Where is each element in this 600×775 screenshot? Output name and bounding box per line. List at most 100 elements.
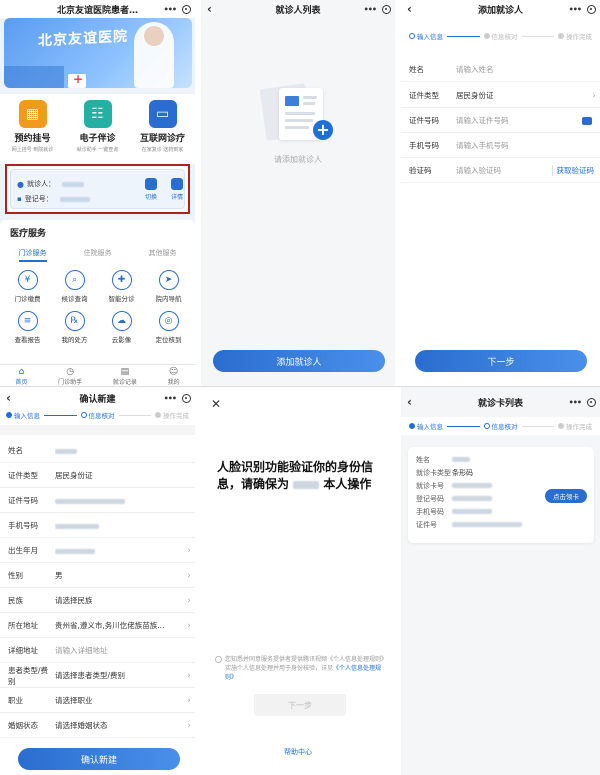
tab-other[interactable]: 其他服务 [149, 248, 177, 262]
back-icon[interactable]: ‹ [6, 391, 11, 405]
field-value [55, 496, 195, 505]
mini-program-capsule[interactable]: ••• [164, 3, 191, 15]
help-center-link[interactable]: 帮助中心 [201, 747, 395, 757]
mini-program-capsule[interactable]: ••• [569, 396, 596, 408]
section-gap [0, 425, 195, 435]
tab-inpatient[interactable]: 住院服务 [84, 248, 112, 262]
more-icon[interactable]: ••• [164, 394, 177, 403]
service-triage[interactable]: ✚ 智能分诊 [98, 270, 145, 303]
card-row-label: 就诊卡号 [416, 482, 444, 490]
id-number-field[interactable]: 证件号码 请输入证件号码 [401, 109, 600, 133]
document-line [303, 96, 317, 99]
tabbar-assistant[interactable]: ◷ 门诊助手 [58, 365, 82, 386]
tabbar-mine[interactable]: ☺ 我的 [168, 365, 180, 386]
consent-row[interactable]: 您知悉并同意服务提供者提供腾讯视频《个人信息处理规则》实施个人信息处理并用于身份… [215, 655, 387, 682]
consent-checkbox[interactable] [215, 656, 222, 663]
close-circle-icon[interactable] [587, 4, 596, 14]
gender-select[interactable]: 男 [55, 570, 183, 581]
ethnicity-select[interactable]: 请选择民族 [55, 595, 183, 606]
mini-program-capsule[interactable]: ••• [569, 3, 596, 15]
tab-outpatient[interactable]: 门诊服务 [18, 248, 47, 262]
progress-steps: 输入信息 信息核对 操作完成 [0, 407, 195, 423]
marital-select[interactable]: 请选择婚姻状态 [55, 720, 183, 731]
confirm-gender-row[interactable]: 性别 男 › [0, 564, 195, 588]
get-code-button[interactable]: 获取验证码 [551, 165, 600, 176]
more-icon[interactable]: ••• [364, 5, 377, 14]
confirm-detail-address-row[interactable]: 详细地址 请输入详细地址 [0, 639, 195, 663]
confirm-occupation-row[interactable]: 职业 请选择职业 › [0, 689, 195, 713]
service-payment[interactable]: ¥ 门诊缴费 [4, 270, 51, 303]
chevron-right-icon: › [592, 90, 596, 101]
title-line: 息，请确保为 [217, 477, 290, 491]
back-icon[interactable]: ‹ [207, 2, 212, 16]
field-label: 验证码 [409, 166, 432, 175]
tabbar-home[interactable]: ⌂ 首页 [15, 365, 27, 386]
service-label: 定位核到 [155, 336, 182, 344]
patient-type-select[interactable]: 请选择患者类型/费别 [55, 670, 183, 681]
mini-program-capsule[interactable]: ••• [164, 392, 191, 404]
close-circle-icon[interactable] [382, 4, 391, 14]
current-patient-card[interactable]: ● 就诊人： ▪ 登记号： 切换 详情 [5, 164, 190, 214]
camera-icon[interactable] [582, 116, 592, 125]
mini-program-capsule[interactable]: ••• [364, 3, 391, 15]
chevron-right-icon: › [187, 545, 191, 556]
confirm-patient-type-row[interactable]: 患者类型/费别 请选择患者类型/费别 › [0, 664, 195, 688]
patient-detail-button[interactable]: 详情 [165, 178, 189, 201]
patient-card-inner: ● 就诊人： ▪ 登记号： 切换 详情 [10, 169, 185, 209]
code-field[interactable]: 验证码 请输入验证码 获取验证码 [401, 159, 600, 183]
quick-e-guide[interactable]: ☷ 电子伴诊 就诊助手 一键查询 [68, 94, 128, 164]
service-navigation[interactable]: ➤ 院内导航 [145, 270, 192, 303]
switch-patient-button[interactable]: 切换 [139, 178, 163, 201]
face-next-button[interactable]: 下一步 [254, 694, 346, 716]
services-title: 医疗服务 [10, 229, 47, 239]
confirm-create-button[interactable]: 确认新建 [18, 748, 180, 770]
phone-field[interactable]: 手机号码 请输入手机号码 [401, 134, 600, 158]
id-type-field[interactable]: 证件类型 居民身份证 › [401, 84, 600, 108]
step-input: 输入信息 [409, 31, 443, 41]
service-cloud-image[interactable]: ☁ 云影像 [98, 311, 145, 344]
quick-online-consult[interactable]: ▭ 互联网诊疗 在家复诊 送药到家 [133, 94, 193, 164]
confirm-ethnicity-row[interactable]: 民族 请选择民族 › [0, 589, 195, 613]
id-number-input[interactable]: 请输入证件号码 [456, 115, 582, 126]
service-prescription[interactable]: ℞ 我的处方 [51, 311, 98, 344]
add-patient-button[interactable]: 添加就诊人 [213, 350, 385, 372]
confirm-address-row[interactable]: 所在地址 贵州省,遵义市,务川仡佬族苗族... › [0, 614, 195, 638]
close-icon[interactable]: ✕ [211, 397, 221, 411]
more-icon[interactable]: ••• [164, 5, 177, 14]
service-queue[interactable]: ⌕ 候诊查询 [51, 270, 98, 303]
service-checkin[interactable]: ◎ 定位核到 [145, 311, 192, 344]
service-label: 院内导航 [155, 295, 182, 303]
detail-address-input[interactable]: 请输入详细地址 [55, 645, 195, 656]
field-label: 婚姻状态 [8, 721, 38, 730]
id-type-select[interactable]: 居民身份证 [456, 90, 588, 101]
card-row-value [452, 481, 492, 491]
next-button[interactable]: 下一步 [415, 350, 587, 372]
phone-input[interactable]: 请输入手机号码 [456, 140, 600, 151]
card-list-navbar: ‹ 就诊卡列表 ••• [401, 393, 600, 411]
name-field[interactable]: 姓名 请输入姓名 [401, 58, 600, 82]
tabbar-records[interactable]: ▤ 就诊记录 [113, 365, 137, 386]
hospital-banner[interactable]: 北京友谊医院 [4, 18, 192, 88]
occupation-select[interactable]: 请选择职业 [55, 695, 183, 706]
back-icon[interactable]: ‹ [407, 2, 412, 16]
code-input[interactable]: 请输入验证码 [456, 165, 552, 176]
close-circle-icon[interactable] [182, 393, 191, 403]
more-icon[interactable]: ••• [569, 5, 582, 14]
tabbar-label: 门诊助手 [58, 379, 83, 386]
more-icon[interactable]: ••• [569, 398, 582, 407]
quick-appointment[interactable]: ▦ 预约挂号 网上挂号 到院就诊 [3, 94, 63, 164]
close-circle-icon[interactable] [587, 397, 596, 407]
back-icon[interactable]: ‹ [407, 395, 412, 409]
card-row: 证件号 [416, 520, 522, 530]
address-select[interactable]: 贵州省,遵义市,务川仡佬族苗族... [55, 620, 183, 631]
confirm-marital-row[interactable]: 婚姻状态 请选择婚姻状态 › [0, 714, 195, 738]
step-connector [118, 414, 151, 416]
get-card-button[interactable]: 点击领卡 [545, 489, 587, 503]
building-illustration [4, 66, 64, 88]
service-report[interactable]: ≡ 查看报告 [4, 311, 51, 344]
service-label: 门诊缴费 [14, 295, 41, 303]
name-input[interactable]: 请输入姓名 [456, 64, 600, 75]
close-circle-icon[interactable] [182, 4, 191, 14]
confirm-birth-row[interactable]: 出生年月 › [0, 539, 195, 563]
bottom-tabbar: ⌂ 首页 ◷ 门诊助手 ▤ 就诊记录 ☺ 我的 [0, 364, 195, 386]
